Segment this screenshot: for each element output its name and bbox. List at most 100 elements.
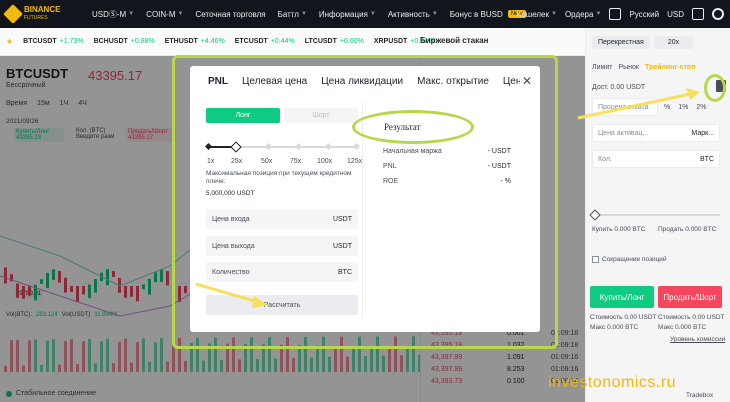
buy-amount: Купить 0.000 BTC xyxy=(592,226,646,233)
nav-battle-label: Баттл xyxy=(277,9,299,19)
slider-handle[interactable] xyxy=(589,209,601,221)
leverage-tick xyxy=(294,142,303,151)
chevron-down-icon: ▼ xyxy=(128,11,135,17)
callback-rate-input[interactable]: Процент отката xyxy=(592,98,658,116)
chevron-down-icon: ▼ xyxy=(431,11,438,17)
nav-info-label: Информация xyxy=(318,9,368,19)
ticker-name: ETCUSDT xyxy=(234,38,268,45)
star-icon[interactable]: ★ xyxy=(6,37,13,46)
cost-short: Стоимость 0.00 USDT xyxy=(658,314,725,321)
nav-activity-label: Активность xyxy=(387,9,430,19)
ticker-change: +4.46% xyxy=(200,38,225,45)
reduce-only-label: Сокращение позиций xyxy=(602,256,667,263)
result-value: - % xyxy=(500,178,512,185)
short-button[interactable]: Шорт xyxy=(284,108,358,123)
nav-coinm-label: COIN-M xyxy=(146,9,176,19)
ticker-name: XRPUSDT xyxy=(373,38,408,45)
available-balance: Дост. 0.00 USDT xyxy=(592,84,646,91)
result-label: Начальная маржа xyxy=(383,148,442,155)
ticker-name: BCHUSDT xyxy=(93,38,128,45)
nav-usdm-label: USDⓈ-M xyxy=(92,9,127,19)
activation-price-input[interactable]: Цена активац... Марк... xyxy=(592,124,720,142)
tab-open-price[interactable]: Цена отк xyxy=(503,76,520,87)
order-type-limit[interactable]: Лимит xyxy=(592,64,612,71)
nav-information[interactable]: Информация ▼ xyxy=(319,10,376,19)
nav-coinm[interactable]: COIN-M ▼ xyxy=(146,10,183,19)
exit-price-label: Цена выхода xyxy=(212,242,255,250)
gear-icon[interactable] xyxy=(712,8,724,20)
activation-unit[interactable]: Марк... xyxy=(691,130,714,137)
fee-level-link[interactable]: Уровень комиссии xyxy=(670,336,725,343)
long-button[interactable]: Лонг xyxy=(206,108,280,123)
user-icon[interactable] xyxy=(609,8,622,20)
reduce-only-checkbox[interactable] xyxy=(592,256,599,263)
chevron-down-icon: ▼ xyxy=(300,11,307,17)
callback-rate-label: Процент отката xyxy=(598,103,649,111)
leverage-tick xyxy=(204,142,213,151)
nav-orders[interactable]: Ордера ▼ xyxy=(565,10,601,19)
nav-usdm[interactable]: USDⓈ-M ▼ xyxy=(92,9,134,20)
quantity-unit[interactable]: BTC xyxy=(700,156,714,163)
close-icon[interactable]: ✕ xyxy=(522,74,532,88)
ticker-item[interactable]: BTCUSDT +1.73% xyxy=(23,38,83,45)
top-navigation: BINANCE FUTURES USDⓈ-M ▼ COIN-M ▼ Сеточная… xyxy=(0,0,730,28)
exit-price-input[interactable]: Цена выхода USDT xyxy=(206,236,358,256)
ticker-change: +0.60% xyxy=(339,38,364,45)
leverage-mark: 50x xyxy=(261,158,273,165)
callback-pct-2[interactable]: 2% xyxy=(696,104,706,111)
leverage-mark: 125x xyxy=(347,158,363,165)
chevron-down-icon: ▼ xyxy=(177,11,184,17)
leverage-mark: 1x xyxy=(207,158,215,165)
leverage-slider[interactable] xyxy=(204,141,361,153)
nav-activity[interactable]: Активность ▼ xyxy=(388,10,438,19)
margin-mode-tab[interactable]: Перекрестная xyxy=(592,36,650,49)
ticker-name: ETHUSDT xyxy=(164,38,198,45)
ticker-change: +1.73% xyxy=(59,38,84,45)
ticker-item[interactable]: ETHUSDT +4.46% xyxy=(165,38,225,45)
max-position-note: Максимальная позиция при текущем кредитн… xyxy=(206,170,352,185)
ticker-item[interactable]: LTCUSDT +0.60% xyxy=(305,38,364,45)
leverage-mark: 25x xyxy=(231,158,243,165)
leverage-slider-handle[interactable] xyxy=(230,141,242,153)
nav-battle[interactable]: Баттл ▼ xyxy=(278,10,307,19)
order-type-market[interactable]: Рынок xyxy=(618,64,639,71)
sell-short-button[interactable]: Продать/Шорт xyxy=(658,286,722,308)
quantity-field[interactable]: Количество BTC xyxy=(206,262,358,282)
max-short: Макс 0.000 BTC xyxy=(658,324,707,331)
binance-logo-icon xyxy=(3,4,23,24)
language-selector[interactable]: Русский xyxy=(629,10,659,19)
ticker-item[interactable]: BCHUSDT +0.88% xyxy=(94,38,155,45)
tab-pnl[interactable]: PNL xyxy=(208,76,228,87)
tab-max-open[interactable]: Макс. открытие xyxy=(417,76,489,87)
result-row: ROE - % xyxy=(383,178,511,185)
ticker-item[interactable]: ETCUSDT +0.44% xyxy=(235,38,295,45)
quantity-label: Кол. xyxy=(598,155,612,163)
quantity-slider[interactable] xyxy=(589,209,720,221)
nav-grid-trading[interactable]: Сеточная торговля xyxy=(195,10,265,19)
leverage-tab[interactable]: 20x xyxy=(653,36,694,49)
order-book-title: Биржевой стакан xyxy=(420,36,489,45)
nav-grid-label: Сеточная торговля xyxy=(195,9,266,19)
buy-long-button[interactable]: Купить/Лонг xyxy=(590,286,654,308)
tab-target-price[interactable]: Целевая цена xyxy=(242,76,307,87)
nav-busd-bonus[interactable]: Бонус в BUSD New xyxy=(450,10,526,19)
tab-liquidation-price[interactable]: Цена ликвидации xyxy=(321,76,403,87)
entry-price-input[interactable]: Цена входа USDT xyxy=(206,209,358,229)
download-icon[interactable] xyxy=(692,8,704,20)
orders-label: Ордера xyxy=(564,9,594,19)
callback-pct-1[interactable]: 1% xyxy=(678,104,688,111)
order-type-trailing-stop[interactable]: Трейлинг-стоп xyxy=(645,64,695,71)
leverage-tick xyxy=(264,142,273,151)
binance-logo[interactable]: BINANCE FUTURES xyxy=(3,4,92,24)
ticker-change: +0.88% xyxy=(130,38,155,45)
result-highlight-ellipse xyxy=(352,110,474,144)
tradebox-link[interactable]: Tradebox xyxy=(686,392,713,399)
nav-wallet[interactable]: Кошелек ▼ xyxy=(517,10,557,19)
currency-selector[interactable]: USD xyxy=(667,10,684,19)
exit-price-unit: USDT xyxy=(332,242,352,250)
calculate-button[interactable]: Рассчитать xyxy=(206,295,358,315)
quantity-input[interactable]: Кол. BTC xyxy=(592,150,720,168)
result-value: - USDT xyxy=(487,163,511,170)
quantity-field-label: Количество xyxy=(212,268,250,276)
currency-label: USD xyxy=(667,9,684,19)
